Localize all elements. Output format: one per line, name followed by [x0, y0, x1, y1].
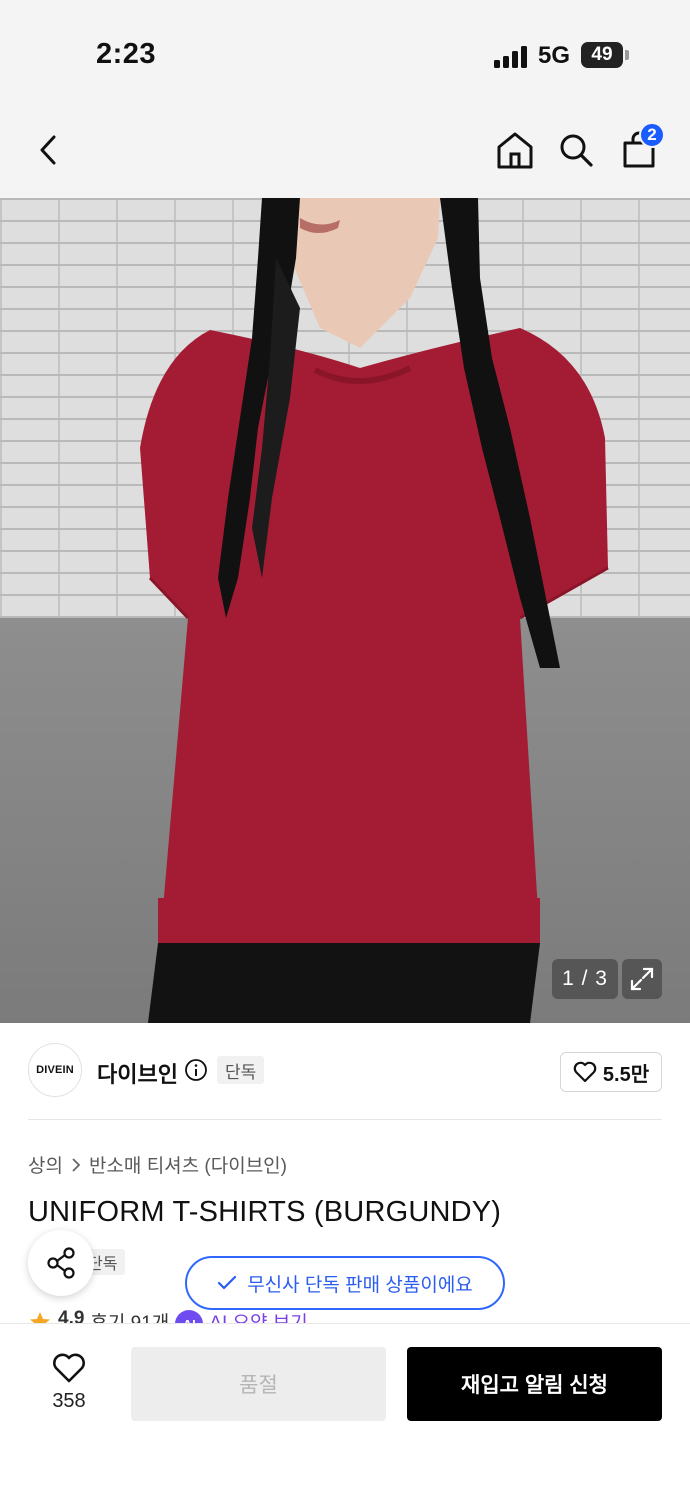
cart-button[interactable]: 2 — [619, 122, 665, 170]
status-time: 2:23 — [96, 38, 157, 70]
battery-tip — [625, 50, 629, 60]
search-button[interactable] — [556, 130, 596, 170]
exclusive-toast: 무신사 단독 판매 상품이에요 — [185, 1256, 505, 1310]
chevron-right-icon — [72, 1157, 81, 1172]
toast-message: 무신사 단독 판매 상품이에요 — [247, 1274, 473, 1296]
battery-icon: 49 — [581, 42, 623, 68]
breadcrumb-item-subcategory[interactable]: 반소매 티셔츠 (다이브인) — [89, 1151, 287, 1178]
image-page-indicator: 1 / 3 — [552, 959, 618, 999]
product-title: UNIFORM T-SHIRTS (BURGUNDY) — [28, 1196, 502, 1228]
wishlist-count: 358 — [52, 1390, 86, 1412]
exclusive-badge: 단독 — [217, 1056, 265, 1084]
home-icon — [497, 132, 533, 169]
heart-icon — [573, 1061, 597, 1083]
wishlist-button[interactable]: 358 — [40, 1352, 98, 1422]
brand-like-button[interactable]: 5.5만 — [560, 1052, 662, 1092]
back-button[interactable] — [28, 130, 68, 170]
chevron-left-icon — [40, 135, 56, 165]
expand-icon — [630, 967, 654, 991]
heart-icon — [53, 1353, 85, 1383]
check-icon — [218, 1275, 237, 1290]
brand-row: DIVEIN 다이브인 단독 5.5만 — [0, 1023, 690, 1119]
status-bar: 2:23 5G 49 — [0, 0, 690, 100]
network-label: 5G — [538, 42, 571, 69]
search-icon — [560, 134, 593, 167]
share-icon — [47, 1247, 75, 1279]
share-button[interactable] — [28, 1230, 94, 1296]
brand-like-count: 5.5만 — [602, 1063, 650, 1086]
restock-alert-button[interactable]: 재입고 알림 신청 — [407, 1347, 662, 1421]
breadcrumb-item-category[interactable]: 상의 — [28, 1151, 63, 1178]
nav-bar: 2 — [0, 100, 690, 198]
brand-name[interactable]: 다이브인 — [97, 1057, 178, 1089]
divider — [28, 1119, 662, 1120]
info-icon[interactable] — [184, 1058, 208, 1087]
bottom-action-bar: 358 품절 재입고 알림 신청 — [0, 1323, 690, 1500]
cart-count-badge: 2 — [639, 122, 665, 148]
expand-image-button[interactable] — [622, 959, 662, 999]
model-photo — [140, 198, 609, 1023]
home-button[interactable] — [494, 128, 536, 172]
signal-icon — [494, 44, 530, 68]
product-image-gallery[interactable]: 1 / 3 — [0, 198, 690, 1023]
soldout-button: 품절 — [131, 1347, 386, 1421]
brand-logo[interactable]: DIVEIN — [28, 1043, 82, 1097]
breadcrumb: 상의 반소매 티셔츠 (다이브인) — [28, 1151, 287, 1178]
